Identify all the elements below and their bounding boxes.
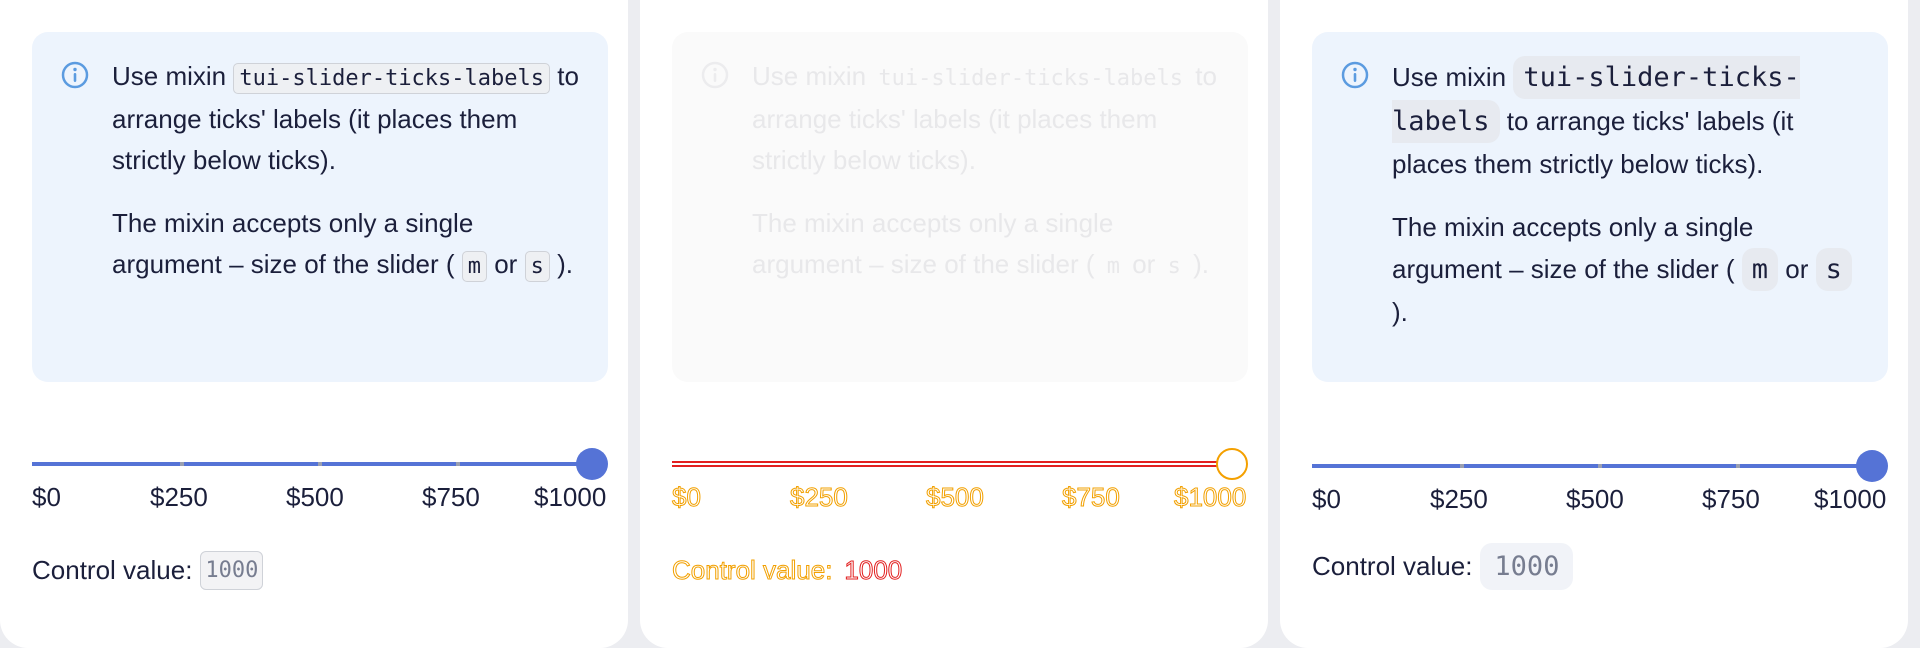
demo-panel-diff: Use mixin tui-slider-ticks-labels to arr… <box>640 0 1268 648</box>
tick-label: $500 <box>1566 484 1624 514</box>
note-paragraph-1: Use mixin tui-slider-ticks-labels to arr… <box>752 61 1217 175</box>
slider-track[interactable] <box>672 461 1232 467</box>
slider-tick <box>1598 464 1602 468</box>
ticks-labels: $0 $250 $500 $750 $1000 <box>32 482 608 518</box>
control-value: 1000 <box>200 550 264 590</box>
tick-label: $750 <box>422 482 480 512</box>
control-value-label: Control value: <box>671 554 833 585</box>
tick-label: $500 <box>286 482 344 512</box>
note-paragraph-1: Use mixin tui-slider-ticks-labels to arr… <box>112 61 579 175</box>
tick-label: $1000 <box>534 482 607 512</box>
slider-track[interactable] <box>1312 464 1872 468</box>
size-s-code: s <box>1815 248 1852 291</box>
tick-label: $250 <box>150 482 208 512</box>
info-icon <box>701 61 729 89</box>
control-value-label: Control value: <box>32 554 193 585</box>
slider-tick <box>318 462 322 466</box>
mixin-code: tui-slider-ticks-labels <box>233 63 551 94</box>
info-notification: Use mixin tui-slider-ticks-labels to arr… <box>672 32 1248 382</box>
slider-tick <box>180 462 184 466</box>
slider-tick <box>1736 464 1740 468</box>
note-paragraph-2: The mixin accepts only a single argument… <box>112 203 580 287</box>
info-icon <box>1341 61 1369 89</box>
mixin-code: tui-slider-ticks-labels <box>878 66 1184 91</box>
slider-thumb[interactable] <box>1216 448 1248 480</box>
demo-panel-original: Use mixin tui-slider-ticks-labels to arr… <box>0 0 628 648</box>
size-m-code: m <box>461 251 487 282</box>
size-m-code: m <box>1106 254 1120 279</box>
tick-label: $1000 <box>1814 484 1887 514</box>
tick-label: $750 <box>1702 484 1760 514</box>
size-s-code: s <box>1167 254 1181 279</box>
control-value: 1000 <box>844 554 903 585</box>
slider-track[interactable] <box>32 462 592 466</box>
slider-tick <box>1460 464 1464 468</box>
size-m-code: m <box>1741 248 1778 291</box>
tick-label: $0 <box>32 482 61 512</box>
control-value-row: Control value: 1000 <box>671 548 906 592</box>
info-notification: Use mixin tui-slider-ticks-labels to arr… <box>32 32 608 382</box>
slider-tick <box>456 462 460 466</box>
size-s-code: s <box>524 251 550 282</box>
control-value-row: Control value: 1000 <box>1312 542 1574 590</box>
ticks-labels: $0 $250 $500 $750 $1000 <box>1312 484 1888 520</box>
tick-label: $250 <box>790 482 849 513</box>
tick-label: $750 <box>1062 482 1121 513</box>
tick-label: $0 <box>1312 484 1341 514</box>
control-value-row: Control value: 1000 <box>32 548 264 592</box>
control-value-label: Control value: <box>1312 550 1473 581</box>
info-icon <box>61 61 89 89</box>
tick-label: $250 <box>1430 484 1488 514</box>
demo-panel-current: Use mixin tui-slider-ticks-labels to arr… <box>1280 0 1908 648</box>
tick-label: $500 <box>926 482 985 513</box>
tick-label: $1000 <box>1173 482 1247 513</box>
slider-thumb[interactable] <box>576 448 608 480</box>
note-paragraph-2: The mixin accepts only a single argument… <box>752 208 1209 279</box>
note-paragraph-1: Use mixin tui-slider-ticks-labels to arr… <box>1392 56 1860 185</box>
slider-thumb[interactable] <box>1856 450 1888 482</box>
note-paragraph-2: The mixin accepts only a single argument… <box>1392 207 1860 333</box>
info-notification: Use mixin tui-slider-ticks-labels to arr… <box>1312 32 1888 382</box>
control-value: 1000 <box>1480 542 1574 590</box>
ticks-labels: $0 $250 $500 $750 $1000 <box>672 482 1248 518</box>
tick-label: $0 <box>672 482 702 513</box>
